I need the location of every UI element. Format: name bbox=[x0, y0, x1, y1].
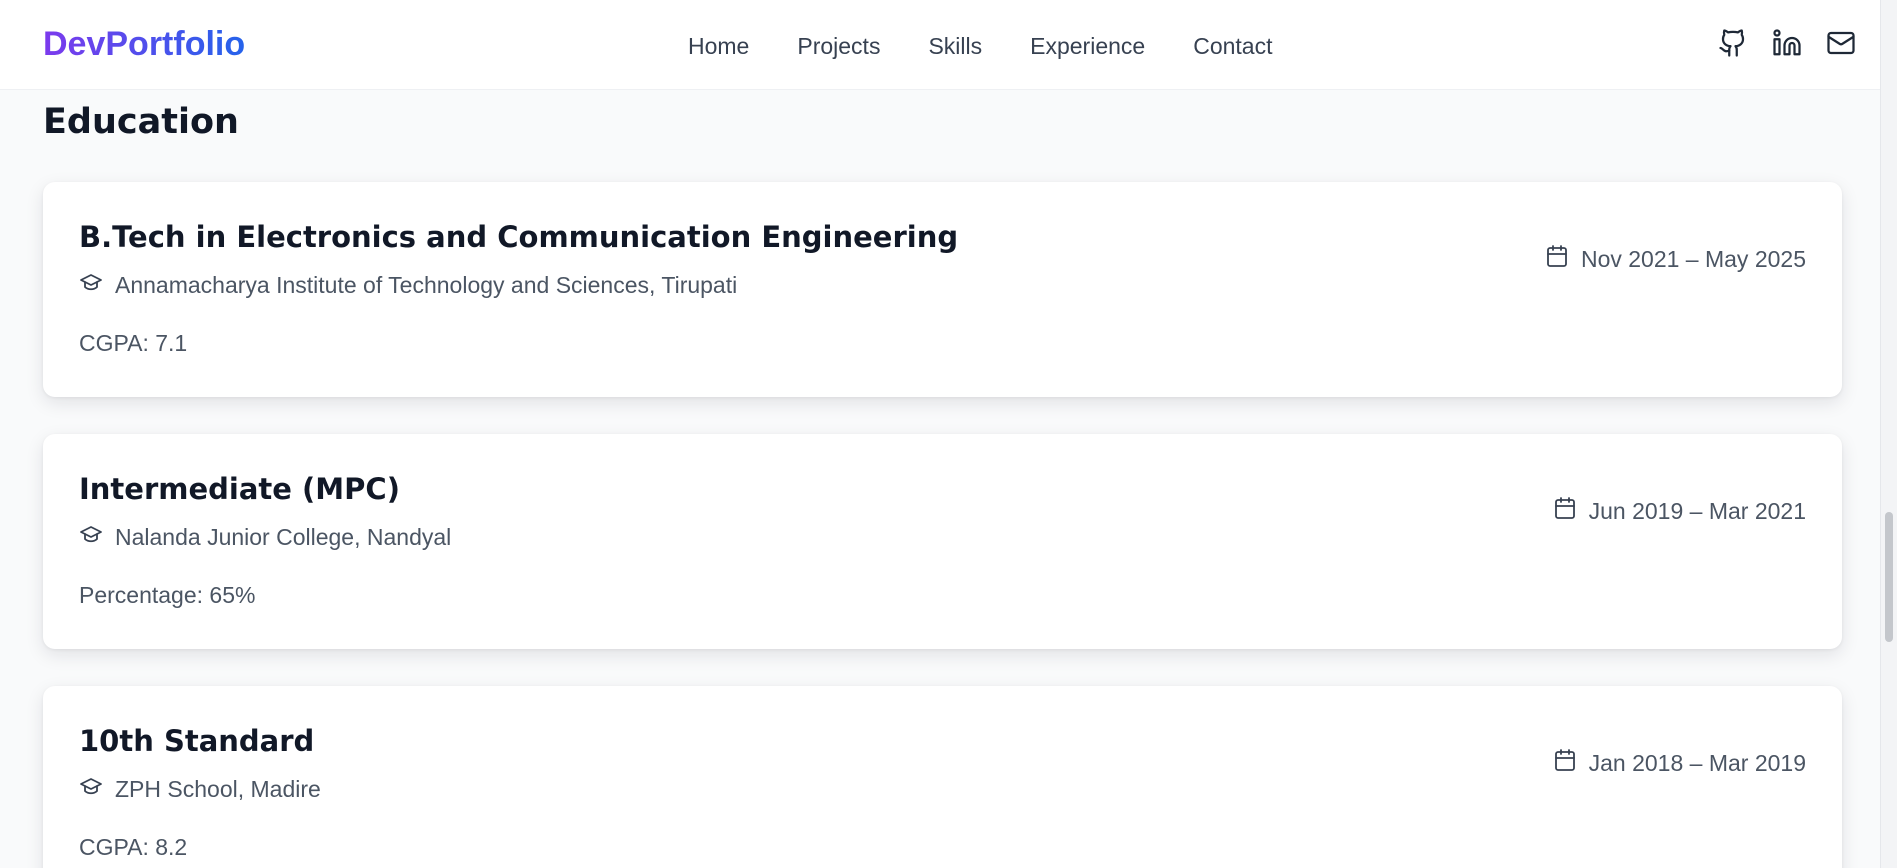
nav-projects[interactable]: Projects bbox=[797, 30, 880, 62]
institution-name: ZPH School, Madire bbox=[115, 775, 321, 802]
github-icon[interactable] bbox=[1716, 26, 1750, 60]
education-card: B.Tech in Electronics and Communication … bbox=[43, 182, 1842, 397]
graduation-cap-icon bbox=[79, 774, 103, 804]
date-range-text: Jan 2018 – Mar 2019 bbox=[1588, 749, 1806, 776]
mail-icon[interactable] bbox=[1824, 26, 1858, 60]
linkedin-icon[interactable] bbox=[1770, 26, 1804, 60]
page: DevPortfolio Home Projects Skills Experi… bbox=[0, 0, 1897, 868]
section-title-education: Education bbox=[43, 102, 239, 142]
score: Percentage: 65% bbox=[79, 582, 256, 608]
scrollbar-thumb[interactable] bbox=[1885, 512, 1893, 642]
institution-name: Annamacharya Institute of Technology and… bbox=[115, 271, 738, 298]
main-nav: Home Projects Skills Experience Contact bbox=[688, 26, 1272, 66]
logo[interactable]: DevPortfolio bbox=[43, 22, 245, 66]
degree-title: 10th Standard bbox=[79, 724, 315, 758]
institution-name: Nalanda Junior College, Nandyal bbox=[115, 523, 452, 550]
top-navbar: DevPortfolio Home Projects Skills Experi… bbox=[0, 0, 1880, 90]
graduation-cap-icon bbox=[79, 522, 103, 552]
education-card: 10th Standard ZPH School, Madire CGPA: 8… bbox=[43, 686, 1842, 868]
institution: Annamacharya Institute of Technology and… bbox=[79, 270, 737, 300]
degree-title: B.Tech in Electronics and Communication … bbox=[79, 220, 959, 254]
institution: Nalanda Junior College, Nandyal bbox=[79, 522, 451, 552]
institution: ZPH School, Madire bbox=[79, 774, 321, 804]
page-scrollbar[interactable] bbox=[1880, 0, 1897, 868]
nav-skills[interactable]: Skills bbox=[928, 30, 982, 62]
calendar-icon bbox=[1553, 748, 1577, 778]
date-range-text: Jun 2019 – Mar 2021 bbox=[1588, 497, 1806, 524]
score: CGPA: 7.1 bbox=[79, 330, 188, 356]
date-range: Jan 2018 – Mar 2019 bbox=[1553, 748, 1806, 778]
degree-title: Intermediate (MPC) bbox=[79, 472, 400, 506]
calendar-icon bbox=[1553, 496, 1577, 526]
social-links bbox=[1716, 26, 1858, 60]
score: CGPA: 8.2 bbox=[79, 834, 188, 860]
graduation-cap-icon bbox=[79, 270, 103, 300]
calendar-icon bbox=[1545, 244, 1569, 274]
nav-experience[interactable]: Experience bbox=[1030, 30, 1145, 62]
date-range: Nov 2021 – May 2025 bbox=[1545, 244, 1806, 274]
nav-contact[interactable]: Contact bbox=[1193, 30, 1272, 62]
nav-home[interactable]: Home bbox=[688, 30, 749, 62]
date-range-text: Nov 2021 – May 2025 bbox=[1580, 245, 1806, 272]
date-range: Jun 2019 – Mar 2021 bbox=[1553, 496, 1806, 526]
education-card: Intermediate (MPC) Nalanda Junior Colleg… bbox=[43, 434, 1842, 649]
